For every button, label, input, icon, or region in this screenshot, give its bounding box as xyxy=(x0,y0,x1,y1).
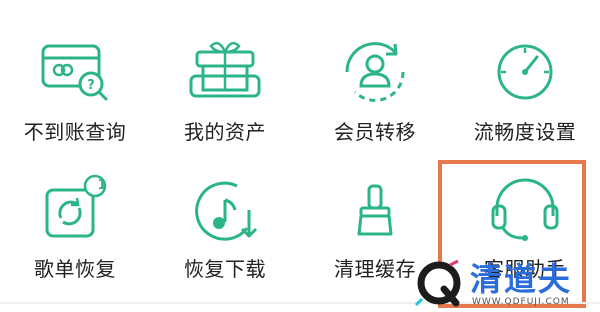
brush-clean-icon xyxy=(357,184,393,236)
tile-label: 不到账查询 xyxy=(23,120,127,144)
tile-member-transfer[interactable]: 会员转移 xyxy=(300,0,450,150)
tile-playlist-restore[interactable]: 1 歌单恢复 xyxy=(0,150,150,300)
tile-label: 歌单恢复 xyxy=(34,257,116,281)
notification-badge: 1 xyxy=(97,178,107,193)
tile-my-assets[interactable]: 我的资产 xyxy=(150,0,300,150)
watermark-title: 清道夫 xyxy=(470,260,573,298)
tile-not-arrived-query[interactable]: ? 不到账查询 xyxy=(0,0,150,150)
card-search-icon: ? xyxy=(41,44,108,101)
tile-fluency-settings[interactable]: 流畅度设置 xyxy=(450,0,600,150)
gift-box-icon xyxy=(189,41,261,98)
tile-label: 恢复下载 xyxy=(184,257,266,281)
tile-label: 我的资产 xyxy=(184,120,266,144)
gauge-icon xyxy=(497,44,553,100)
tile-restore-download[interactable]: 恢复下载 xyxy=(150,150,300,300)
watermark-logo-icon xyxy=(414,259,461,307)
svg-text:?: ? xyxy=(87,78,95,93)
tile-label: 会员转移 xyxy=(334,120,416,144)
watermark-url: WWW.QDFUJI.COM xyxy=(472,297,570,307)
watermark: 清道夫 WWW.QDFUJI.COM xyxy=(414,256,600,312)
music-download-icon xyxy=(195,181,258,241)
user-transfer-icon xyxy=(345,42,405,102)
tile-label: 流畅度设置 xyxy=(473,120,577,144)
